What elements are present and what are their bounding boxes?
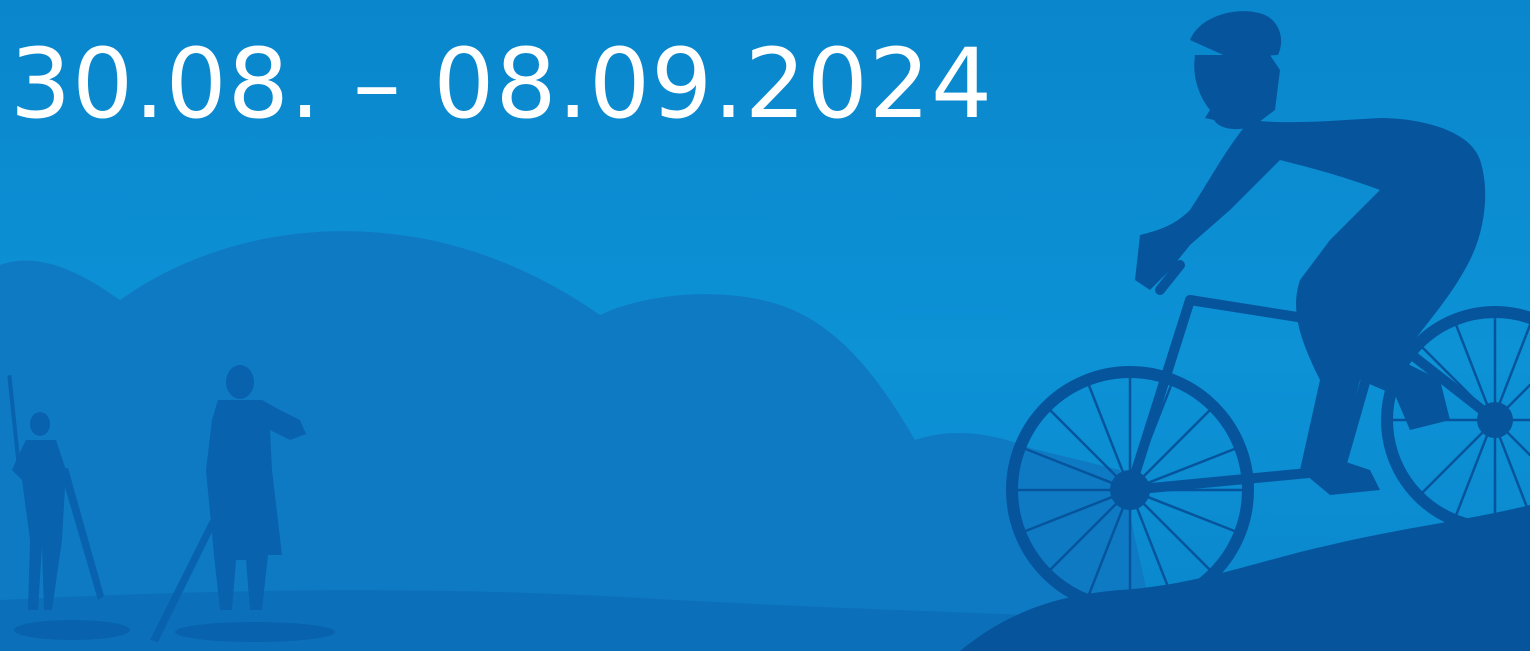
event-banner: 30.08. – 08.09.2024 [0,0,1530,651]
cyclist-rider [1135,11,1486,495]
event-date-range: 30.08. – 08.09.2024 [10,28,994,140]
far-hills [0,231,1160,651]
